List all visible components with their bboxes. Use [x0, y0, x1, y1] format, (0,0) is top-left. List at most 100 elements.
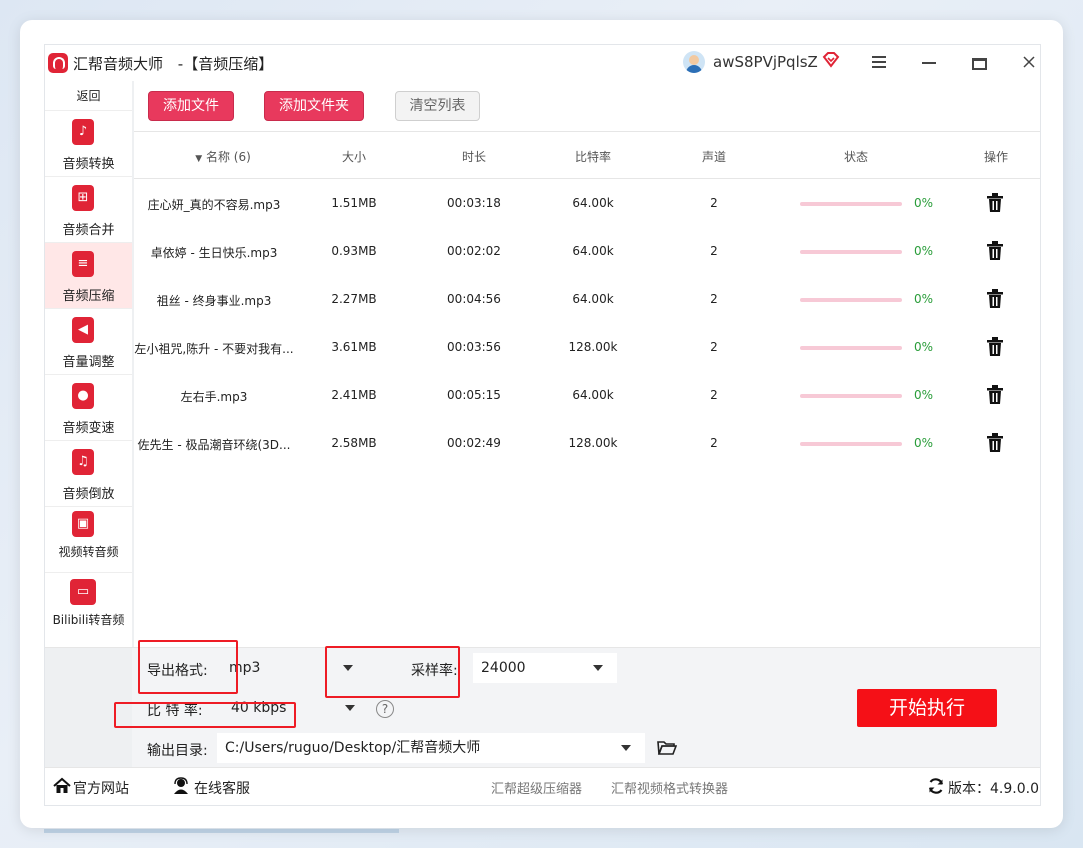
official-site-link[interactable]: 官方网站 [73, 778, 129, 798]
volume-icon: ◀ [72, 317, 94, 343]
start-button[interactable]: 开始执行 [857, 689, 997, 727]
file-size: 1.51MB [331, 196, 377, 210]
trash-icon[interactable] [986, 241, 1004, 261]
vip-diamond-icon[interactable] [822, 52, 840, 68]
menu-icon[interactable] [867, 51, 891, 75]
file-channels: 2 [710, 292, 718, 306]
sidebar-item-label: 音频压缩 [62, 289, 115, 304]
progress-percent: 0% [914, 340, 934, 354]
file-bitrate: 64.00k [572, 244, 614, 258]
video-converter-link[interactable]: 汇帮视频格式转换器 [611, 778, 728, 797]
column-bitrate: 比特率 [574, 150, 611, 164]
sidebar-item-bilibili[interactable]: ▭ Bilibili转音频 [45, 573, 132, 639]
background-scrollbar [44, 829, 399, 833]
file-size: 0.93MB [331, 244, 377, 258]
minimize-icon[interactable] [917, 51, 941, 75]
sort-down-icon[interactable]: ▼ [195, 154, 202, 164]
trash-icon[interactable] [986, 289, 1004, 309]
file-channels: 2 [710, 388, 718, 402]
super-compressor-link[interactable]: 汇帮超级压缩器 [491, 778, 582, 797]
home-icon[interactable] [53, 777, 71, 795]
file-name: 庄心妍_真的不容易.mp3 [147, 198, 281, 212]
file-bitrate: 128.00k [568, 340, 618, 354]
table-row[interactable]: 左右手.mp3 2.41MB 00:05:15 64.00k 2 0% [134, 371, 1040, 419]
file-duration: 00:03:18 [447, 196, 501, 210]
add-folder-button[interactable]: 添加文件夹 [264, 91, 364, 121]
support-icon[interactable] [172, 777, 190, 795]
progress-percent: 0% [914, 196, 934, 210]
progress-bar [800, 250, 902, 254]
progress-bar [800, 202, 902, 206]
help-icon[interactable]: ? [376, 700, 394, 718]
file-table-body: 庄心妍_真的不容易.mp3 1.51MB 00:03:18 64.00k 2 0… [134, 179, 1040, 647]
toolbar: 添加文件 添加文件夹 清空列表 [134, 81, 1040, 131]
progress-percent: 0% [914, 292, 934, 306]
sidebar-item-label: 音频转换 [62, 157, 115, 172]
chevron-down-icon [345, 705, 355, 711]
refresh-icon[interactable] [927, 777, 945, 795]
output-dir-select[interactable]: C:/Users/ruguo/Desktop/汇帮音频大师 [217, 733, 645, 763]
highlight-box-sample-rate [325, 646, 460, 698]
close-icon[interactable] [1017, 51, 1041, 75]
table-row[interactable]: 左小祖咒,陈升 - 不要对我有... 3.61MB 00:03:56 128.0… [134, 323, 1040, 371]
version-label: 版本：4.9.0.0 [948, 781, 1039, 797]
sidebar-item-label: 音量调整 [62, 355, 115, 370]
column-duration: 时长 [461, 150, 486, 164]
app-title: 汇帮音频大师 -【音频压缩】 [73, 53, 273, 74]
sidebar-item-speed[interactable]: ● 音频变速 [45, 375, 132, 441]
bilibili-icon: ▭ [70, 579, 96, 605]
table-row[interactable]: 佐先生 - 极品潮音环绕(3D... 2.58MB 00:02:49 128.0… [134, 419, 1040, 467]
sidebar-item-reverse[interactable]: ♫ 音频倒放 [45, 441, 132, 507]
settings-panel: 导出格式: mp3 采样率: 24000 比 特 率: 40 kbps ? 输出… [45, 640, 1040, 768]
progress-percent: 0% [914, 436, 934, 450]
file-duration: 00:02:49 [447, 436, 501, 450]
sidebar-item-audio-convert[interactable]: ♪ 音频转换 [45, 111, 132, 177]
reverse-icon: ♫ [72, 449, 94, 475]
file-name: 佐先生 - 极品潮音环绕(3D... [137, 438, 291, 452]
trash-icon[interactable] [986, 433, 1004, 453]
progress-percent: 0% [914, 244, 934, 258]
table-row[interactable]: 祖丝 - 终身事业.mp3 2.27MB 00:04:56 64.00k 2 0… [134, 275, 1040, 323]
table-row[interactable]: 卓依婷 - 生日快乐.mp3 0.93MB 00:02:02 64.00k 2 … [134, 227, 1040, 275]
footer: 官方网站 在线客服 汇帮超级压缩器 汇帮视频格式转换器 版本：4.9.0.0 [45, 767, 1040, 805]
trash-icon[interactable] [986, 193, 1004, 213]
sidebar-item-video-to-audio[interactable]: ▣ 视频转音频 [45, 507, 132, 573]
username[interactable]: awS8PVjPqlsZ [713, 53, 818, 71]
column-size: 大小 [341, 150, 366, 164]
clear-list-button[interactable]: 清空列表 [395, 91, 480, 121]
folder-open-icon[interactable] [657, 740, 678, 756]
sidebar-item-label: 音频合并 [62, 223, 115, 238]
title-bar: 汇帮音频大师 -【音频压缩】 awS8PVjPqlsZ [45, 45, 1040, 81]
app-name: 汇帮音频大师 [73, 55, 164, 73]
sidebar-item-audio-compress[interactable]: ≡ 音频压缩 [45, 243, 132, 309]
file-channels: 2 [710, 196, 718, 210]
file-channels: 2 [710, 244, 718, 258]
sample-rate-select[interactable]: 24000 [473, 653, 617, 683]
avatar[interactable] [683, 51, 705, 73]
file-bitrate: 64.00k [572, 292, 614, 306]
highlight-box-bitrate [114, 702, 296, 728]
maximize-icon[interactable] [967, 51, 991, 75]
chevron-down-icon [621, 745, 631, 751]
table-row[interactable]: 庄心妍_真的不容易.mp3 1.51MB 00:03:18 64.00k 2 0… [134, 179, 1040, 227]
add-file-button[interactable]: 添加文件 [148, 91, 234, 121]
back-button[interactable]: 返回 [45, 81, 132, 111]
file-size: 2.58MB [331, 436, 377, 450]
app-logo-icon [48, 53, 68, 73]
sidebar-item-audio-merge[interactable]: ⊞ 音频合并 [45, 177, 132, 243]
trash-icon[interactable] [986, 337, 1004, 357]
progress-percent: 0% [914, 388, 934, 402]
sample-rate-value: 24000 [481, 660, 526, 676]
column-name-label: 名称 (6) [205, 150, 251, 164]
file-name: 左小祖咒,陈升 - 不要对我有... [134, 342, 294, 356]
column-name[interactable]: ▼ 名称 (6) [178, 148, 268, 165]
file-bitrate: 64.00k [572, 196, 614, 210]
trash-icon[interactable] [986, 385, 1004, 405]
column-actions: 操作 [983, 150, 1008, 164]
audio-compress-icon: ≡ [72, 251, 94, 277]
file-duration: 00:05:15 [447, 388, 501, 402]
sidebar-item-volume[interactable]: ◀ 音量调整 [45, 309, 132, 375]
chevron-down-icon [593, 665, 603, 671]
progress-bar [800, 442, 902, 446]
online-support-link[interactable]: 在线客服 [194, 778, 250, 798]
